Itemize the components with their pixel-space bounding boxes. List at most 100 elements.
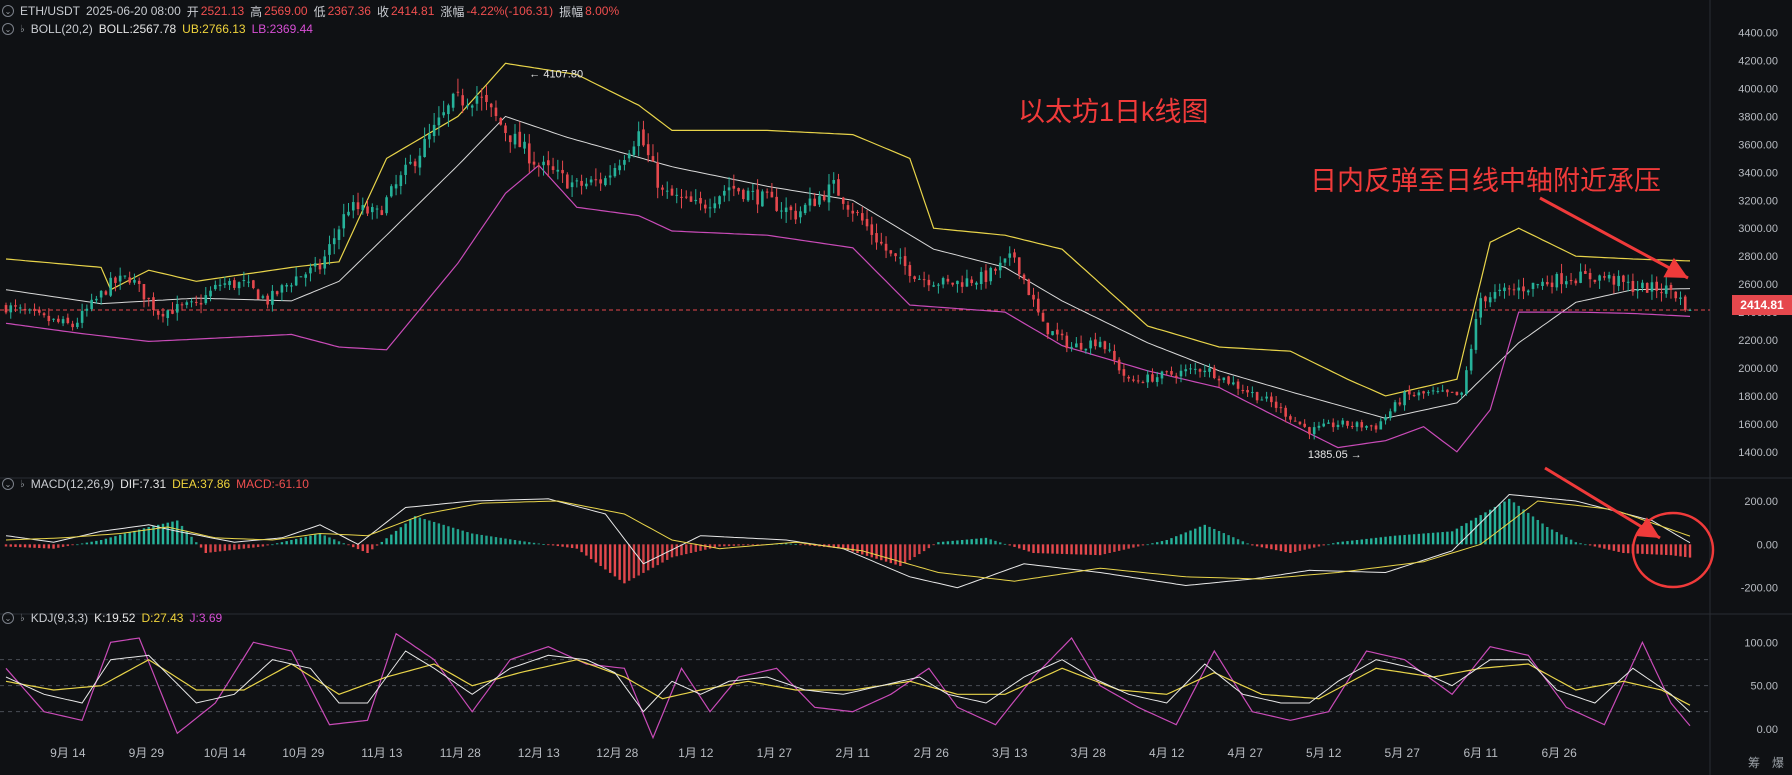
macd-bar	[1027, 544, 1030, 552]
max-price-label: ← 4107.80	[529, 68, 583, 80]
macd-bar	[280, 542, 284, 545]
bell-icon[interactable]: ♭	[20, 24, 25, 35]
candle-body	[675, 194, 679, 196]
annotation-arrows	[1539, 196, 1715, 589]
chevron-down-icon[interactable]: ⌄	[2, 5, 14, 17]
candle-body	[1384, 416, 1387, 421]
candle-body	[204, 295, 208, 304]
candle-body	[765, 191, 769, 193]
candle-body	[80, 310, 84, 323]
bell-icon[interactable]: ♭	[20, 613, 25, 624]
candle-body	[1236, 381, 1240, 389]
macd-bar	[1241, 541, 1245, 545]
macd-bar	[304, 536, 307, 545]
chevron-down-icon[interactable]: ⌄	[2, 23, 14, 35]
candle-body	[375, 208, 379, 210]
candle-body	[713, 203, 717, 209]
candle-body	[1041, 312, 1045, 322]
candle-body	[1212, 367, 1216, 379]
candle-body	[413, 161, 417, 167]
chevron-down-icon[interactable]: ⌄	[2, 478, 14, 490]
candle-body	[1170, 371, 1173, 375]
price-tick-label: 2200.00	[1738, 335, 1778, 347]
candle-body	[1179, 370, 1183, 377]
candle-body	[1631, 280, 1635, 292]
candle-body	[342, 214, 346, 229]
macd-bar	[404, 523, 407, 545]
candle-body	[875, 233, 878, 243]
candle-body	[1017, 257, 1021, 275]
candle-body	[651, 156, 655, 162]
macd-bar	[1565, 537, 1568, 545]
macd-bar	[1474, 517, 1478, 545]
candle-body	[214, 284, 217, 290]
macd-bar	[1374, 537, 1378, 545]
candle-body	[1379, 421, 1383, 430]
chips-button[interactable]: 筹	[1748, 754, 1760, 771]
candle-body	[456, 91, 460, 93]
candle-body	[1683, 296, 1687, 311]
candle-body	[1484, 296, 1487, 302]
candle-body	[109, 277, 112, 296]
macd-bar	[960, 540, 964, 545]
candle-body	[1427, 392, 1430, 394]
macd-bar	[1465, 523, 1468, 545]
candle-body	[1146, 374, 1149, 383]
candle-body	[813, 198, 817, 207]
macd-bar	[513, 540, 517, 545]
candle-body	[1113, 350, 1116, 360]
macd-bar	[937, 542, 940, 545]
candle-body	[114, 277, 117, 283]
macd-bar	[651, 544, 655, 568]
macd-bar	[428, 520, 431, 545]
macd-bar	[371, 544, 374, 550]
candle-body	[247, 281, 250, 283]
macd-bar	[161, 523, 165, 545]
macd-bar	[299, 537, 303, 545]
candle-body	[1217, 378, 1221, 381]
candle-body	[1065, 335, 1069, 349]
candle-body	[451, 93, 455, 108]
candle-body	[1498, 289, 1502, 292]
macd-bar	[28, 544, 31, 548]
candle-body	[290, 285, 293, 287]
candle-body	[256, 289, 260, 300]
macd-dif: DIF:7.31	[120, 477, 167, 491]
macd-bar	[989, 539, 992, 545]
candle-body	[703, 204, 707, 209]
macd-bar	[1165, 540, 1168, 545]
macd-bar	[233, 544, 236, 550]
candle-body	[784, 207, 788, 213]
candle-body	[461, 95, 464, 106]
candle-body	[1355, 422, 1359, 427]
macd-bar	[195, 542, 198, 545]
bell-icon[interactable]: ♭	[20, 479, 25, 490]
candle-body	[1446, 389, 1449, 393]
open-value: 2521.13	[200, 4, 245, 18]
main-header: ⌄ ETH/USDT 2025-06-20 08:00 开 2521.13 高 25…	[2, 3, 619, 19]
candle-body	[266, 295, 269, 305]
macd-bar	[1560, 534, 1563, 545]
liquidation-button[interactable]: 爆	[1772, 754, 1784, 771]
candle-body	[1336, 424, 1340, 428]
macd-bar	[1669, 544, 1673, 556]
kline-chart[interactable]: 1400.001600.001800.002000.002200.002400.…	[0, 0, 1792, 775]
candle-body	[613, 168, 617, 177]
candle-body	[1089, 340, 1092, 349]
chevron-down-icon[interactable]: ⌄	[2, 612, 14, 624]
candle-body	[537, 165, 541, 167]
macd-bar	[1075, 544, 1078, 555]
candle-body	[1350, 426, 1354, 428]
candle-body	[470, 105, 474, 108]
macd-bar	[1493, 506, 1497, 545]
macd-bar	[956, 540, 959, 545]
macd-bar	[1289, 544, 1292, 553]
macd-bar	[794, 544, 797, 545]
candle-body	[223, 283, 227, 285]
close-value: 2414.81	[390, 4, 435, 18]
candle-body	[285, 284, 288, 287]
macd-bar	[252, 544, 255, 548]
macd-bar	[1441, 532, 1444, 545]
macd-bar	[1208, 526, 1211, 545]
candle-body	[233, 280, 236, 288]
